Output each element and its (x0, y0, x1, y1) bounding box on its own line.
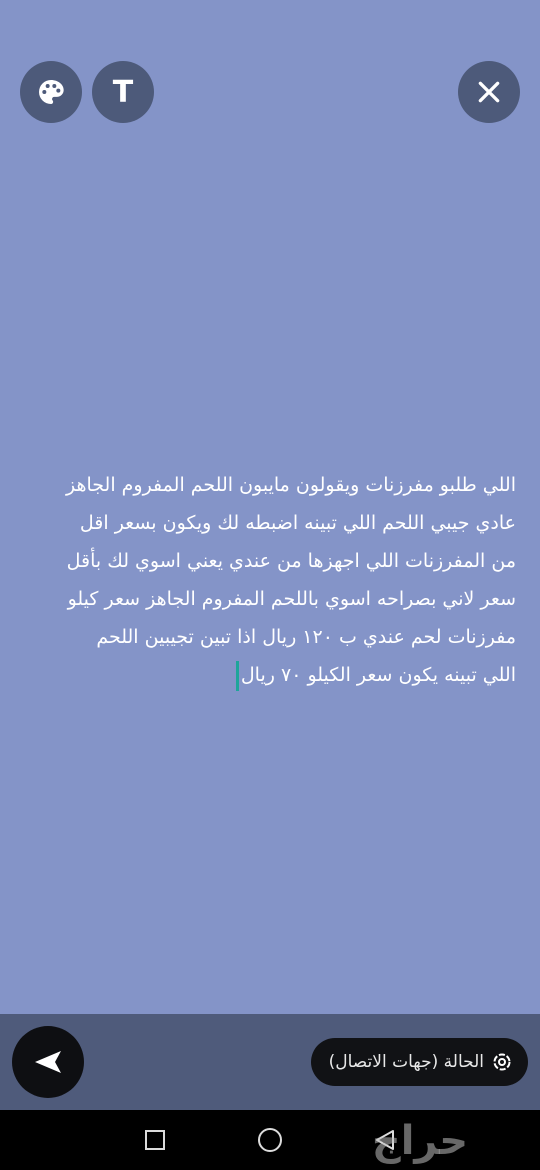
status-text-content: اللي طلبو مفرزنات ويقولون مايبون اللحم ا… (65, 474, 516, 686)
text-icon: T (112, 74, 134, 110)
text-cursor (235, 660, 239, 691)
home-button[interactable] (245, 1110, 295, 1170)
status-ring-icon (493, 1053, 511, 1071)
status-text-input[interactable]: اللي طلبو مفرزنات ويقولون مايبون اللحم ا… (30, 466, 516, 694)
palette-button[interactable] (20, 61, 82, 123)
recents-button[interactable] (130, 1110, 180, 1170)
palette-icon (39, 80, 64, 104)
send-button[interactable] (12, 1026, 84, 1098)
system-nav-bar (0, 1110, 540, 1170)
status-audience-chip[interactable]: الحالة (جهات الاتصال) (310, 1038, 528, 1086)
back-triangle-icon (376, 1130, 394, 1150)
square-icon (145, 1130, 165, 1150)
close-button[interactable] (458, 61, 520, 123)
close-icon (478, 81, 500, 103)
back-button[interactable] (360, 1110, 410, 1170)
circle-icon (258, 1128, 282, 1152)
text-style-button[interactable]: T (92, 61, 154, 123)
audience-label: الحالة (جهات الاتصال) (328, 1052, 484, 1072)
send-icon (35, 1051, 61, 1073)
